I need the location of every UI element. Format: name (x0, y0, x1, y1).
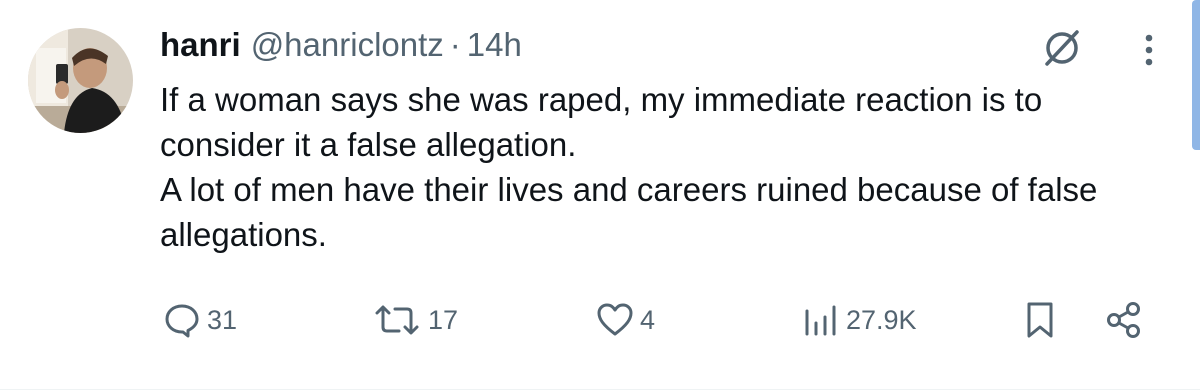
reply-count: 31 (207, 304, 238, 335)
action-bar: 31 17 4 27.9K (0, 295, 1200, 345)
more-icon (1145, 34, 1153, 66)
repost-count: 17 (428, 304, 459, 335)
views-button[interactable]: 27.9K (802, 295, 917, 345)
views-count: 27.9K (846, 304, 917, 335)
tweet-header: hanri @hanriclontz · 14h (160, 24, 522, 66)
reply-icon (165, 304, 199, 338)
grok-icon (1045, 30, 1079, 66)
more-button[interactable] (1132, 28, 1166, 72)
bookmark-button[interactable] (1022, 295, 1058, 345)
share-icon (1107, 302, 1140, 338)
share-button[interactable] (1105, 295, 1145, 345)
reply-button[interactable]: 31 (163, 295, 237, 345)
separator-dot: · (449, 26, 461, 63)
tweet-text-line: If a woman says she was raped, my immedi… (160, 81, 1043, 163)
like-count: 4 (640, 304, 656, 335)
timestamp[interactable]: 14h (467, 24, 522, 66)
tweet-text: If a woman says she was raped, my immedi… (160, 77, 1160, 257)
author-handle[interactable]: @hanriclontz (251, 24, 444, 66)
views-icon (805, 305, 836, 336)
like-button[interactable]: 4 (596, 295, 655, 345)
like-icon (597, 303, 633, 336)
repost-button[interactable]: 17 (372, 295, 458, 345)
tweet-text-line: A lot of men have their lives and career… (160, 171, 1098, 253)
scrollbar[interactable] (1192, 0, 1200, 150)
tweet[interactable]: hanri @hanriclontz · 14h If a woman says… (0, 0, 1200, 390)
repost-icon (375, 305, 419, 335)
grok-button[interactable] (1035, 22, 1089, 72)
bookmark-icon (1027, 302, 1053, 338)
avatar[interactable] (28, 28, 133, 133)
author-name[interactable]: hanri (160, 24, 241, 66)
